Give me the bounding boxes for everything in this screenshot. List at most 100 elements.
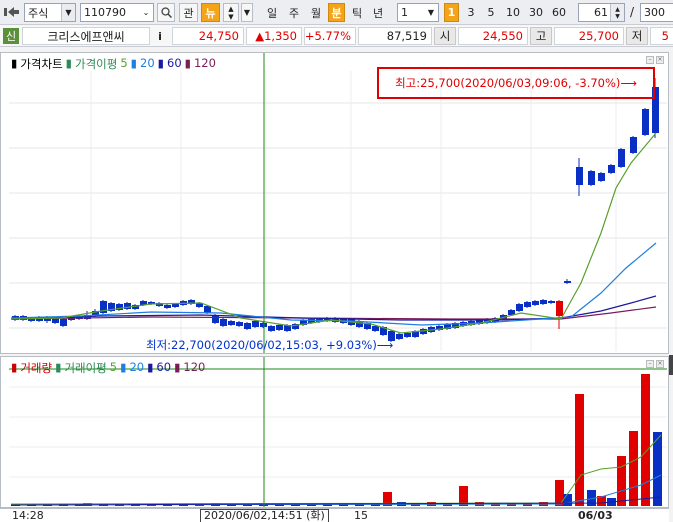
stock-name-label: 크리스에프앤씨 (47, 29, 125, 44)
total-input-value: 300 (644, 6, 665, 19)
candle-body (524, 302, 531, 307)
legend-ma20: 20 (140, 56, 155, 70)
interval-button-3[interactable]: 3 (463, 3, 479, 22)
chevron-down-icon[interactable]: ⌄ (139, 4, 153, 21)
candle-body (532, 301, 539, 305)
volume-bar (563, 494, 572, 506)
legend-marker-icon: ▮ (11, 360, 18, 374)
caret-down-icon[interactable]: ▼ (615, 13, 620, 20)
candle-body (630, 137, 637, 153)
time-axis: 14:28 2020/06/02,14:51 (화) 15 06/03 (0, 508, 669, 522)
market-select[interactable]: 주식 ▼ (24, 3, 76, 22)
legend-ma60: 60 (167, 56, 182, 70)
open-label: 시 (434, 27, 456, 45)
legend-marker-icon: ▮ (65, 56, 73, 70)
slash-separator: / (630, 5, 635, 19)
candle-body (516, 304, 523, 311)
panel-scroll-handle[interactable] (669, 355, 673, 375)
period-tab-minute[interactable]: 분 (328, 3, 345, 22)
high-price: 25,700 (554, 27, 624, 45)
low-label: 저 (626, 27, 648, 45)
low-price: 5 (650, 27, 673, 45)
high-annotation: 최고:25,700(2020/06/03,09:06, -3.70%)⟶ (377, 67, 655, 99)
volume-bar (617, 456, 626, 506)
volume-bar (653, 432, 662, 506)
code-input-value: 110790 (84, 6, 126, 19)
interval-select[interactable]: 1 ▼ (397, 3, 439, 22)
caret-up-icon[interactable]: ▲ (615, 6, 620, 13)
volume-chart-canvas[interactable] (1, 357, 668, 507)
interval-button-30[interactable]: 30 (526, 3, 546, 22)
period-tab-month[interactable]: 월 (307, 3, 325, 22)
interval-button-10[interactable]: 10 (503, 3, 523, 22)
caret-down-icon[interactable]: ▼ (228, 13, 233, 21)
search-button[interactable] (157, 3, 175, 22)
period-tab-week[interactable]: 주 (285, 3, 303, 22)
panel-controls: – × (646, 56, 664, 64)
code-input[interactable]: 110790 ⌄ (80, 3, 154, 22)
market-select-value: 주식 (28, 6, 49, 20)
total-input[interactable]: 300 (640, 3, 673, 22)
panel-minimize-button[interactable]: – (646, 56, 654, 64)
interval-button-1[interactable]: 1 (444, 3, 459, 22)
interval-select-value: 1 (401, 6, 408, 19)
candle-body (540, 300, 547, 304)
panel-close-button[interactable]: × (656, 56, 664, 64)
period-tab-day[interactable]: 일 (263, 3, 281, 22)
count-stepper[interactable]: ▲ ▼ (610, 4, 624, 21)
period-tab-tick[interactable]: 틱 (348, 3, 366, 22)
panel-close-button[interactable]: × (656, 360, 664, 368)
stock-name: 크리스에프앤씨 (22, 27, 150, 45)
chevron-down-icon[interactable]: ▼ (424, 4, 438, 21)
listing-tag: 신 (3, 28, 19, 44)
time-axis-cursor: 2020/06/02,14:51 (화) (200, 509, 329, 522)
count-input-value: 61 (594, 6, 608, 19)
gwan-button[interactable]: 관 (179, 3, 198, 22)
legend-marker-icon: ▮ (55, 360, 62, 374)
price-chart-panel[interactable]: ▮ 가격차트 ▮ 가격이평 5 ▮ 20 ▮ 60 ▮ 120 – × 최고:2… (0, 52, 669, 354)
legend-price-chart: 가격차트 (20, 57, 63, 71)
news-button[interactable]: 뉴 (201, 3, 220, 22)
legend-vma20: 20 (129, 360, 145, 374)
interval-button-60[interactable]: 60 (549, 3, 569, 22)
candle-body (618, 149, 625, 167)
volume-chart-legend: ▮ 거래량 ▮ 거래이평 5 ▮ 20 ▮ 60 ▮ 120 (11, 360, 205, 376)
info-button[interactable]: i (153, 27, 167, 45)
legend-marker-icon: ▮ (157, 56, 164, 70)
caret-up-icon[interactable]: ▲ (228, 5, 233, 13)
legend-marker-icon: ▮ (174, 360, 181, 374)
arrow-in-icon[interactable] (4, 6, 20, 18)
legend-ma120: 120 (193, 56, 216, 70)
price-chart-legend: ▮ 가격차트 ▮ 가격이평 5 ▮ 20 ▮ 60 ▮ 120 (11, 56, 216, 72)
chevron-down-icon[interactable]: ▼ (61, 4, 75, 21)
legend-marker-icon: ▮ (120, 360, 127, 374)
candle-body (244, 323, 251, 329)
up-down-stepper[interactable]: ▲ ▼ (223, 3, 239, 22)
candle-body (212, 315, 219, 323)
low-annotation: 최저:22,700(2020/06/02,15:03, +9.03%)⟶ (146, 338, 394, 352)
trade-volume: 87,519 (358, 27, 432, 45)
panel-controls: – × (646, 360, 664, 368)
legend-ma5: 5 (120, 56, 128, 70)
high-annotation-text: 최고:25,700(2020/06/03,09:06, -3.70%)⟶ (395, 76, 637, 90)
volume-chart-panel[interactable]: ▮ 거래량 ▮ 거래이평 5 ▮ 20 ▮ 60 ▮ 120 – × (0, 356, 669, 508)
candle-body (228, 321, 235, 325)
candle-body (404, 333, 411, 337)
period-tab-year[interactable]: 년 (369, 3, 387, 22)
legend-price-ma: 가격이평 (75, 57, 118, 71)
search-icon (160, 7, 172, 18)
legend-vma5: 5 (109, 360, 118, 374)
candle-body (548, 301, 555, 303)
candle-body (372, 326, 379, 331)
menu-dropdown-button[interactable]: ▼ (241, 3, 253, 22)
legend-volume-ma: 거래이평 (64, 361, 107, 375)
candle-body (268, 326, 275, 331)
interval-button-5[interactable]: 5 (483, 3, 499, 22)
candle-body (642, 109, 649, 135)
legend-marker-icon: ▮ (147, 360, 154, 374)
panel-minimize-button[interactable]: – (646, 360, 654, 368)
legend-vma60: 60 (156, 360, 172, 374)
legend-marker-icon: ▮ (11, 56, 18, 70)
count-input[interactable]: 61 ▲ ▼ (578, 3, 625, 22)
candle-body (276, 325, 283, 330)
